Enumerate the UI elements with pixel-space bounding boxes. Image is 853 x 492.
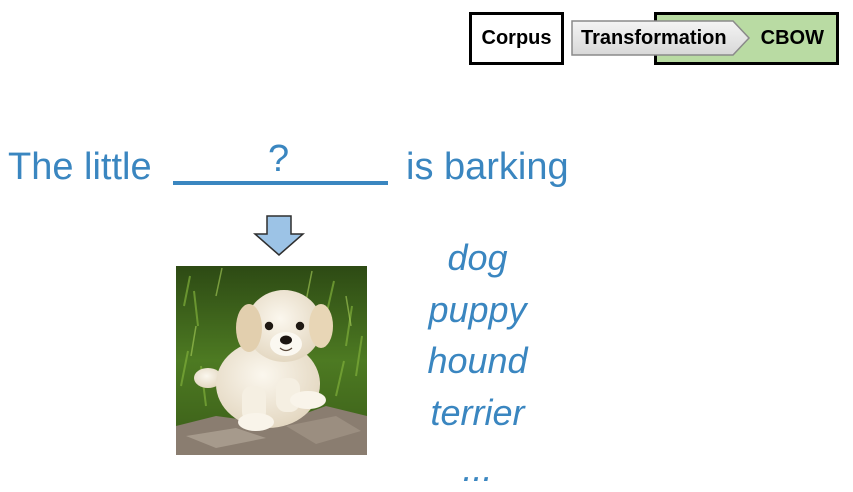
down-arrow-icon <box>253 215 305 256</box>
candidate-word-puppy: puppy <box>428 289 527 330</box>
sentence-suffix: is barking <box>406 146 569 188</box>
corpus-stage-label: Corpus <box>481 27 552 49</box>
blank-question-mark: ? <box>268 138 290 180</box>
transformation-stage-arrow: Transformation <box>571 20 751 56</box>
cbow-stage-label: CBOW <box>760 27 824 49</box>
candidate-word-hound: hound <box>427 340 528 381</box>
transformation-stage-label: Transformation <box>581 27 727 49</box>
candidate-word-dog: dog <box>447 237 508 278</box>
candidate-word-terrier: terrier <box>430 392 525 433</box>
blank-underline <box>173 181 388 185</box>
candidate-word-ellipsis: ... <box>462 448 493 489</box>
sentence-prefix: The little <box>8 146 152 188</box>
corpus-stage-box: Corpus <box>469 12 564 65</box>
puppy-photo <box>176 266 367 455</box>
